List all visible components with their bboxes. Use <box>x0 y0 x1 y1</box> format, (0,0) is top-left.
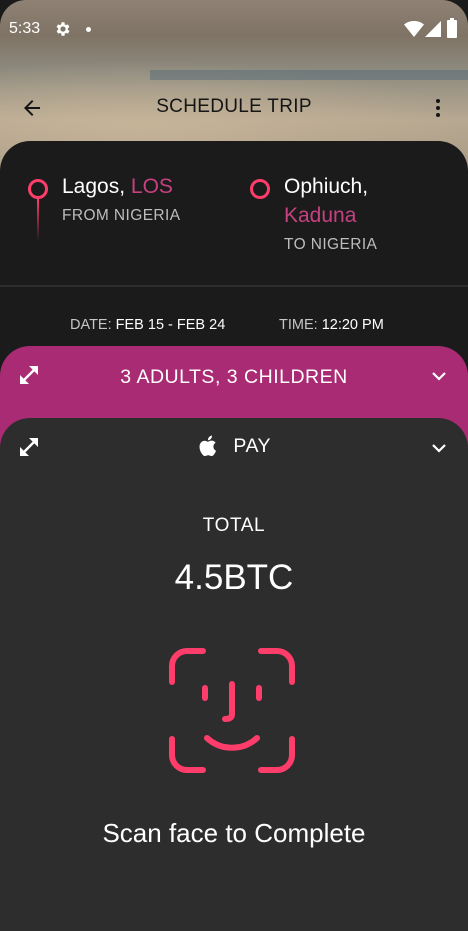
time-info[interactable]: TIME: 12:20 PM <box>279 317 384 333</box>
payment-label: PAY <box>233 434 272 457</box>
status-time: 5:33 <box>9 20 41 37</box>
time-label: TIME: <box>279 317 318 333</box>
divider <box>0 285 468 287</box>
passengers-label: 3 ADULTS, 3 CHILDREN <box>120 366 348 388</box>
background-photo-horizon <box>150 70 468 80</box>
notification-dot-icon <box>86 27 91 32</box>
phone-screen: 5:33 SCHEDULE TRIP Lagos, LOS FROM NIGER… <box>0 0 468 931</box>
time-value: 12:20 PM <box>321 317 384 333</box>
destination-pin-icon <box>250 179 270 199</box>
total-amount: 4.5BTC <box>174 558 294 597</box>
payment-method[interactable]: PAY <box>0 434 468 462</box>
apple-icon <box>199 435 216 457</box>
trip-meta: DATE: FEB 15 - FEB 24 TIME: 12:20 PM <box>0 317 468 337</box>
wifi-icon <box>404 21 424 37</box>
origin-city: Lagos, LOS <box>62 173 173 201</box>
toolbar: SCHEDULE TRIP <box>0 84 468 132</box>
origin-city-name: Lagos, <box>62 175 126 198</box>
face-id-icon[interactable] <box>168 648 296 773</box>
chevron-down-icon[interactable] <box>429 366 449 386</box>
date-label: DATE: <box>70 317 112 333</box>
origin-label: FROM NIGERIA <box>62 207 181 224</box>
total-label: TOTAL <box>202 515 266 536</box>
destination-label: TO NIGERIA <box>284 236 378 253</box>
date-info[interactable]: DATE: FEB 15 - FEB 24 <box>70 317 225 333</box>
battery-icon <box>447 18 457 38</box>
payment-sheet: PAY TOTAL 4.5BTC Scan face to Complete <box>0 418 468 931</box>
destination-city-name: Ophiuch, <box>284 175 369 198</box>
origin-pin-tail <box>37 199 39 241</box>
signal-icon <box>425 21 441 37</box>
more-vert-icon[interactable] <box>426 96 450 120</box>
origin-pin-icon <box>28 179 48 199</box>
date-value: FEB 15 - FEB 24 <box>115 317 226 333</box>
destination-city-code: Kaduna <box>284 204 357 227</box>
origin-city-code: LOS <box>130 175 173 198</box>
status-bar: 5:33 <box>0 0 468 58</box>
gear-icon <box>56 22 70 36</box>
chevron-down-icon[interactable] <box>429 438 449 458</box>
scan-face-label: Scan face to Complete <box>102 818 366 848</box>
page-title: SCHEDULE TRIP <box>156 96 312 117</box>
